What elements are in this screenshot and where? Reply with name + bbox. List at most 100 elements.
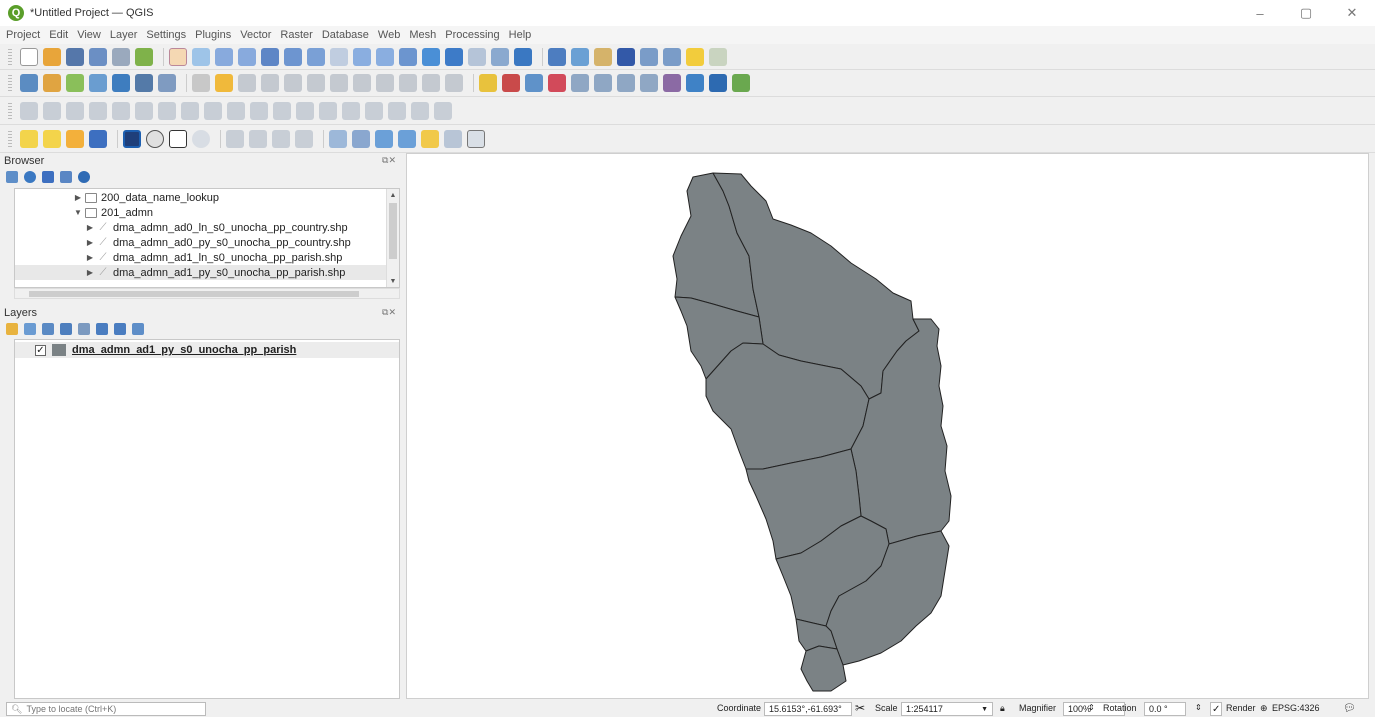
modify-attributes-icon[interactable] <box>307 74 325 92</box>
table-dropdown-icon[interactable] <box>640 47 658 66</box>
menu-layer[interactable]: Layer <box>110 29 138 41</box>
highlight-labels-icon[interactable] <box>548 74 566 92</box>
clock-icon[interactable] <box>491 47 509 66</box>
toolbar-grip[interactable] <box>8 48 12 65</box>
new-project-icon[interactable] <box>20 47 38 66</box>
expand-arrow-icon[interactable]: ▶ <box>85 253 95 262</box>
list-item[interactable]: ▶ ⟋ dma_admn_ad0_ln_s0_unocha_pp_country… <box>15 220 387 235</box>
zoom-full-icon[interactable] <box>261 47 279 66</box>
advanced-digitizing-icon[interactable] <box>20 101 38 120</box>
add-spatialite-icon[interactable] <box>112 74 130 92</box>
pan-to-selection-icon[interactable] <box>192 47 210 66</box>
save-project-icon[interactable] <box>66 47 84 66</box>
select-by-value-icon[interactable] <box>43 129 61 148</box>
panel-float-close-icons[interactable]: ⧉✕ <box>382 307 396 318</box>
zoom-last-icon[interactable] <box>353 47 371 66</box>
rotate-point-symbols-icon[interactable] <box>388 101 406 120</box>
move-feature-icon[interactable] <box>66 101 84 120</box>
crs-button[interactable]: EPSG:4326 <box>1272 703 1320 713</box>
paste-features-icon[interactable] <box>399 74 417 92</box>
open-project-icon[interactable] <box>43 47 61 66</box>
add-circular-string-icon[interactable] <box>43 101 61 120</box>
menu-plugins[interactable]: Plugins <box>195 29 231 41</box>
filter-legend-icon[interactable] <box>60 323 72 335</box>
menu-help[interactable]: Help <box>509 29 532 41</box>
search-icon[interactable] <box>709 47 727 66</box>
scale-combobox[interactable]: 1:254117 ▼ <box>901 702 993 716</box>
print-layout-icon[interactable] <box>112 47 130 66</box>
browser-tree[interactable]: ▶ 200_data_name_lookup ▼ 201_admn ▶ ⟋ dm… <box>14 188 400 288</box>
menu-view[interactable]: View <box>77 29 101 41</box>
menu-processing[interactable]: Processing <box>445 29 499 41</box>
messages-icon[interactable]: 💬︎ <box>1343 703 1356 714</box>
style-manager-icon[interactable] <box>135 47 153 66</box>
merge-features-icon[interactable] <box>342 101 360 120</box>
new-bookmark-icon[interactable] <box>422 47 440 66</box>
globe-icon[interactable]: ⊕ <box>1260 703 1268 714</box>
add-vector-layer-icon[interactable] <box>66 74 84 92</box>
select-location-icon[interactable] <box>89 129 107 148</box>
zoom-next-icon[interactable] <box>376 47 394 66</box>
identify-icon[interactable] <box>548 47 566 66</box>
rotate-label-icon[interactable] <box>617 74 635 92</box>
zoom-to-layer-icon[interactable] <box>307 47 325 66</box>
data-source-manager-icon[interactable] <box>20 74 38 92</box>
filter-icon[interactable] <box>42 171 54 183</box>
measure-icon[interactable] <box>663 47 681 66</box>
layer-labeling-icon[interactable] <box>502 74 520 92</box>
list-item[interactable]: ▶ 200_data_name_lookup <box>15 190 387 205</box>
save-edits-icon[interactable] <box>238 74 256 92</box>
help-icon[interactable] <box>709 74 727 92</box>
delete-selected-icon[interactable] <box>330 74 348 92</box>
offset-point-symbols-icon[interactable] <box>411 101 429 120</box>
save-as-icon[interactable] <box>89 47 107 66</box>
menu-edit[interactable]: Edit <box>49 29 68 41</box>
layer-diagram-icon[interactable] <box>226 129 244 148</box>
scrollbar-thumb[interactable] <box>29 291 359 297</box>
layer-style-icon[interactable] <box>249 129 267 148</box>
menu-database[interactable]: Database <box>322 29 369 41</box>
toolbar-grip[interactable] <box>8 130 12 147</box>
minimize-button[interactable]: – <box>1237 0 1283 26</box>
manage-themes-icon[interactable] <box>42 323 54 335</box>
expand-arrow-icon[interactable]: ▶ <box>85 223 95 232</box>
close-button[interactable]: ✕ <box>1329 0 1375 26</box>
expand-arrow-icon[interactable]: ▶ <box>85 238 95 247</box>
create-polygon-icon[interactable] <box>375 129 393 148</box>
layers-list[interactable]: ✓ dma_admn_ad1_py_s0_unocha_pp_parish <box>14 339 400 699</box>
gear-icon[interactable] <box>594 47 612 66</box>
undo-icon[interactable] <box>422 74 440 92</box>
list-item[interactable]: ▶ ⟋ dma_admn_ad1_py_s0_unocha_pp_parish.… <box>15 265 387 280</box>
text-annotation-icon[interactable] <box>329 129 347 148</box>
reverse-line-icon[interactable] <box>434 101 452 120</box>
toolbar-grip[interactable] <box>8 75 12 91</box>
text-tool-icon[interactable] <box>467 129 485 148</box>
coordinate-field[interactable]: 15.6153°,-61.693° <box>764 702 852 716</box>
offset-curve-icon[interactable] <box>273 101 291 120</box>
expand-arrow-icon[interactable]: ▶ <box>85 268 95 277</box>
add-delimited-text-icon[interactable] <box>89 74 107 92</box>
layer-symbol-swatch[interactable] <box>52 344 66 356</box>
add-ring-icon[interactable] <box>135 101 153 120</box>
spin-arrows-icon[interactable]: ⇕ <box>1088 703 1095 712</box>
scroll-down-icon[interactable]: ▼ <box>387 275 399 287</box>
toggle-extents-icon[interactable]: ✂ <box>855 701 865 715</box>
filter-expression-icon[interactable] <box>78 323 90 335</box>
scroll-up-icon[interactable]: ▲ <box>387 189 399 201</box>
list-item[interactable]: ▼ 201_admn <box>15 205 387 220</box>
show-hide-labels-icon[interactable] <box>571 74 589 92</box>
select-move-annotation-icon[interactable] <box>352 129 370 148</box>
python-console-icon[interactable] <box>663 74 681 92</box>
zoom-to-selection-icon[interactable] <box>284 47 302 66</box>
delete-part-icon[interactable] <box>227 101 245 120</box>
panel-float-close-icons[interactable]: ⧉✕ <box>382 155 396 166</box>
collapse-all-icon[interactable] <box>60 171 72 183</box>
add-wms-icon[interactable] <box>135 74 153 92</box>
remove-layer-icon[interactable] <box>132 323 144 335</box>
merge-attributes-icon[interactable] <box>365 101 383 120</box>
refresh-icon[interactable] <box>24 171 36 183</box>
layer-visibility-checkbox[interactable]: ✓ <box>35 344 46 356</box>
list-item[interactable]: ▶ ⟋ dma_admn_ad0_py_s0_unocha_pp_country… <box>15 235 387 250</box>
split-parts-icon[interactable] <box>319 101 337 120</box>
map-tips-icon[interactable] <box>123 129 141 148</box>
